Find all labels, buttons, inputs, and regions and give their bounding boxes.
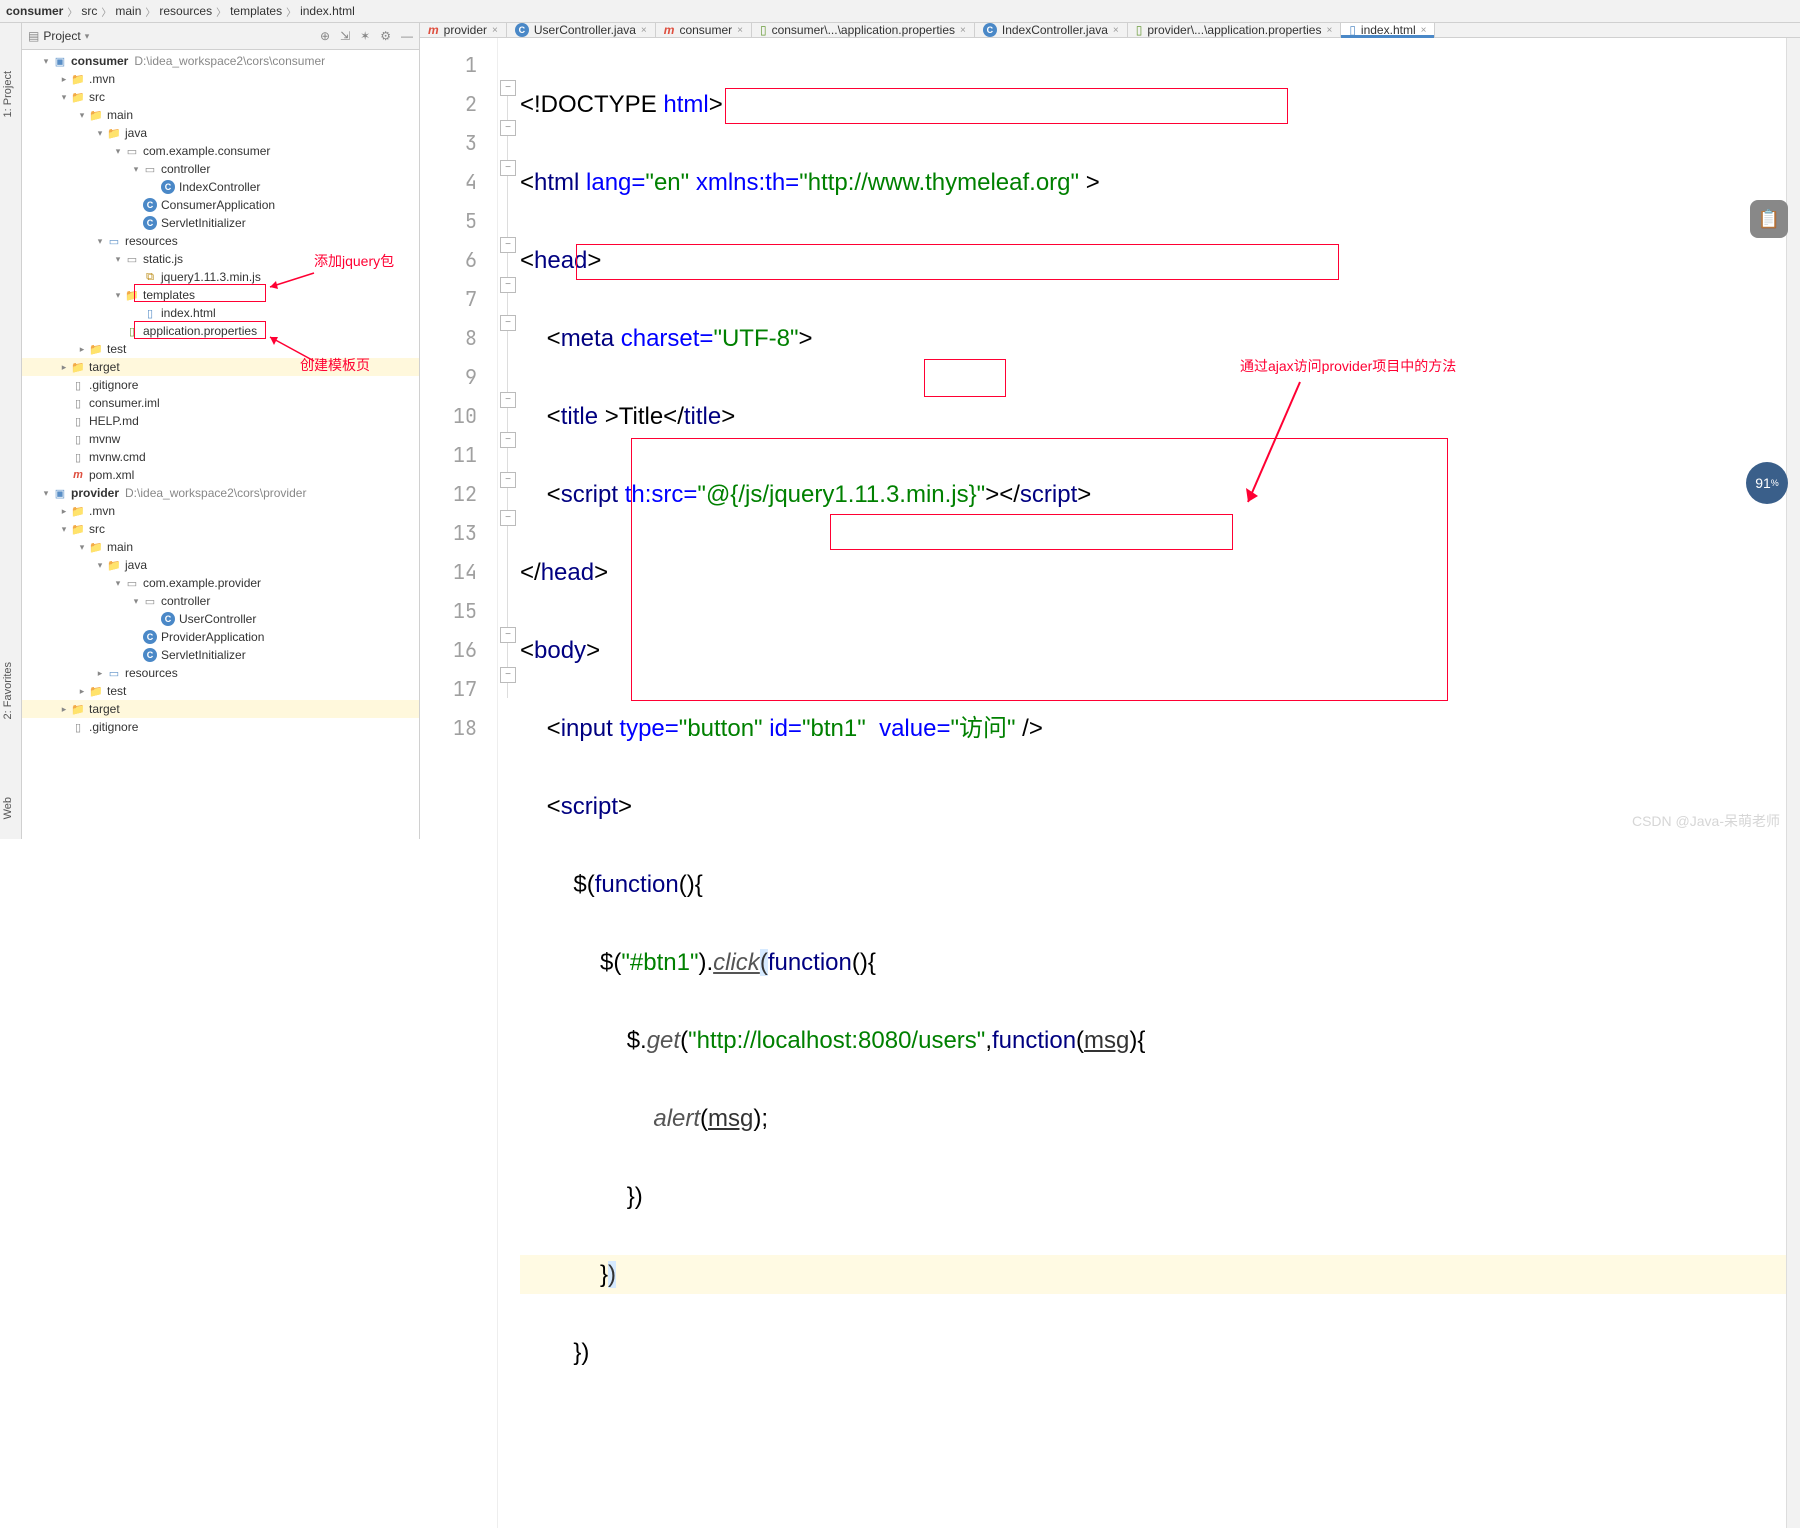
breadcrumb-item[interactable]: index.html [300, 4, 355, 18]
locate-icon[interactable]: ⊕ [320, 29, 330, 43]
editor-tab[interactable]: m provider × [420, 23, 507, 37]
breadcrumb-item[interactable]: src [81, 4, 97, 18]
editor: m provider ×C UserController.java ×m con… [420, 23, 1800, 839]
tree-node[interactable]: CProviderApplication [22, 628, 419, 646]
tree-node[interactable]: CUserController [22, 610, 419, 628]
tool-window-strip: 1: Project 2: Favorites Web [0, 23, 22, 839]
project-panel-title[interactable]: ▤ Project ▾ [28, 29, 89, 43]
tree-node[interactable]: ▯.gitignore [22, 718, 419, 736]
tree-node[interactable]: ▸📁.mvn [22, 70, 419, 88]
tree-node[interactable]: mpom.xml [22, 466, 419, 484]
fold-toggle[interactable]: − [500, 472, 516, 488]
progress-badge: 91% [1746, 462, 1788, 504]
tree-node[interactable]: ▯index.html [22, 304, 419, 322]
tree-node[interactable]: CServletInitializer [22, 214, 419, 232]
tree-node[interactable]: ▾📁src [22, 88, 419, 106]
close-icon[interactable]: × [1113, 25, 1119, 36]
tab-web[interactable]: Web [2, 797, 14, 819]
tree-node[interactable]: ▾▭com.example.consumer [22, 142, 419, 160]
close-icon[interactable]: × [960, 25, 966, 36]
tree-node[interactable]: ▯application.properties [22, 322, 419, 340]
breadcrumb-item[interactable]: consumer [6, 4, 63, 18]
fold-toggle[interactable]: − [500, 432, 516, 448]
fold-toggle[interactable]: − [500, 160, 516, 176]
fold-toggle[interactable]: − [500, 277, 516, 293]
fold-toggle[interactable]: − [500, 392, 516, 408]
tree-node[interactable]: ▸▭resources [22, 664, 419, 682]
tree-node[interactable]: ▾▭com.example.provider [22, 574, 419, 592]
tree-node[interactable]: ▾▭static.js [22, 250, 419, 268]
editor-tab[interactable]: m consumer × [656, 23, 752, 37]
tree-node[interactable]: ▸📁target [22, 700, 419, 718]
tree-node[interactable]: ▾▣providerD:\idea_workspace2\cors\provid… [22, 484, 419, 502]
tree-node[interactable]: ▾▭resources [22, 232, 419, 250]
fold-toggle[interactable]: − [500, 237, 516, 253]
watermark: CSDN @Java-呆萌老师 [1632, 811, 1780, 831]
tree-node[interactable]: ▾▣consumerD:\idea_workspace2\cors\consum… [22, 52, 419, 70]
editor-tab[interactable]: ▯ provider\...\application.properties × [1128, 23, 1342, 37]
project-tool-window: ▤ Project ▾ ⊕ ⇲ ✶ ⚙ — ▾▣consumerD:\idea_… [22, 23, 420, 839]
fold-column[interactable]: − − − − − − − − − − − − [498, 38, 520, 1528]
breadcrumb-item[interactable]: resources [159, 4, 212, 18]
tree-node[interactable]: ▸📁target [22, 358, 419, 376]
tree-node[interactable]: CServletInitializer [22, 646, 419, 664]
tree-node[interactable]: ▾▭controller [22, 160, 419, 178]
tree-node[interactable]: ▾📁main [22, 106, 419, 124]
tab-favorites[interactable]: 2: Favorites [2, 662, 14, 719]
gutter[interactable]: 123456789101112131415161718 [420, 38, 498, 1528]
tree-node[interactable]: CIndexController [22, 178, 419, 196]
collapse-icon[interactable]: ✶ [360, 29, 370, 43]
tree-node[interactable]: ⧉jquery1.11.3.min.js [22, 268, 419, 286]
fold-toggle[interactable]: − [500, 315, 516, 331]
fold-toggle[interactable]: − [500, 80, 516, 96]
close-icon[interactable]: × [492, 25, 498, 36]
editor-tab[interactable]: C IndexController.java × [975, 23, 1128, 37]
tree-node[interactable]: ▾📁java [22, 124, 419, 142]
editor-tab[interactable]: C UserController.java × [507, 23, 656, 37]
tree-node[interactable]: ▾📁templates [22, 286, 419, 304]
close-icon[interactable]: × [641, 25, 647, 36]
editor-tabs: m provider ×C UserController.java ×m con… [420, 23, 1800, 38]
tree-node[interactable]: ▯mvnw [22, 430, 419, 448]
scrollbar[interactable] [1786, 38, 1800, 1528]
fold-toggle[interactable]: − [500, 510, 516, 526]
code-content[interactable]: <!DOCTYPE html> <html lang="en" xmlns:th… [520, 38, 1800, 1528]
tree-node[interactable]: ▾📁java [22, 556, 419, 574]
project-tree[interactable]: ▾▣consumerD:\idea_workspace2\cors\consum… [22, 50, 419, 839]
gear-icon[interactable]: ⚙ [380, 29, 391, 43]
hide-icon[interactable]: — [401, 29, 413, 43]
tree-node[interactable]: ▸📁test [22, 682, 419, 700]
editor-tab[interactable]: ▯ consumer\...\application.properties × [752, 23, 975, 37]
editor-tab[interactable]: ▯ index.html × [1341, 23, 1435, 37]
close-icon[interactable]: × [737, 25, 743, 36]
tree-node[interactable]: ▾📁main [22, 538, 419, 556]
close-icon[interactable]: × [1326, 25, 1332, 36]
expand-icon[interactable]: ⇲ [340, 29, 350, 43]
close-icon[interactable]: × [1421, 25, 1427, 36]
breadcrumb: consumer〉src〉main〉resources〉templates〉in… [0, 0, 1800, 23]
tree-node[interactable]: CConsumerApplication [22, 196, 419, 214]
tree-node[interactable]: ▸📁.mvn [22, 502, 419, 520]
tree-node[interactable]: ▯mvnw.cmd [22, 448, 419, 466]
tree-node[interactable]: ▯.gitignore [22, 376, 419, 394]
fold-toggle[interactable]: − [500, 627, 516, 643]
tree-node[interactable]: ▯HELP.md [22, 412, 419, 430]
tab-project[interactable]: 1: Project [2, 71, 14, 117]
tree-node[interactable]: ▾📁src [22, 520, 419, 538]
tree-node[interactable]: ▯consumer.iml [22, 394, 419, 412]
breadcrumb-item[interactable]: main [115, 4, 141, 18]
clipboard-icon[interactable]: 📋 [1750, 200, 1788, 238]
fold-toggle[interactable]: − [500, 667, 516, 683]
tree-node[interactable]: ▾▭controller [22, 592, 419, 610]
fold-toggle[interactable]: − [500, 120, 516, 136]
tree-node[interactable]: ▸📁test [22, 340, 419, 358]
breadcrumb-item[interactable]: templates [230, 4, 282, 18]
